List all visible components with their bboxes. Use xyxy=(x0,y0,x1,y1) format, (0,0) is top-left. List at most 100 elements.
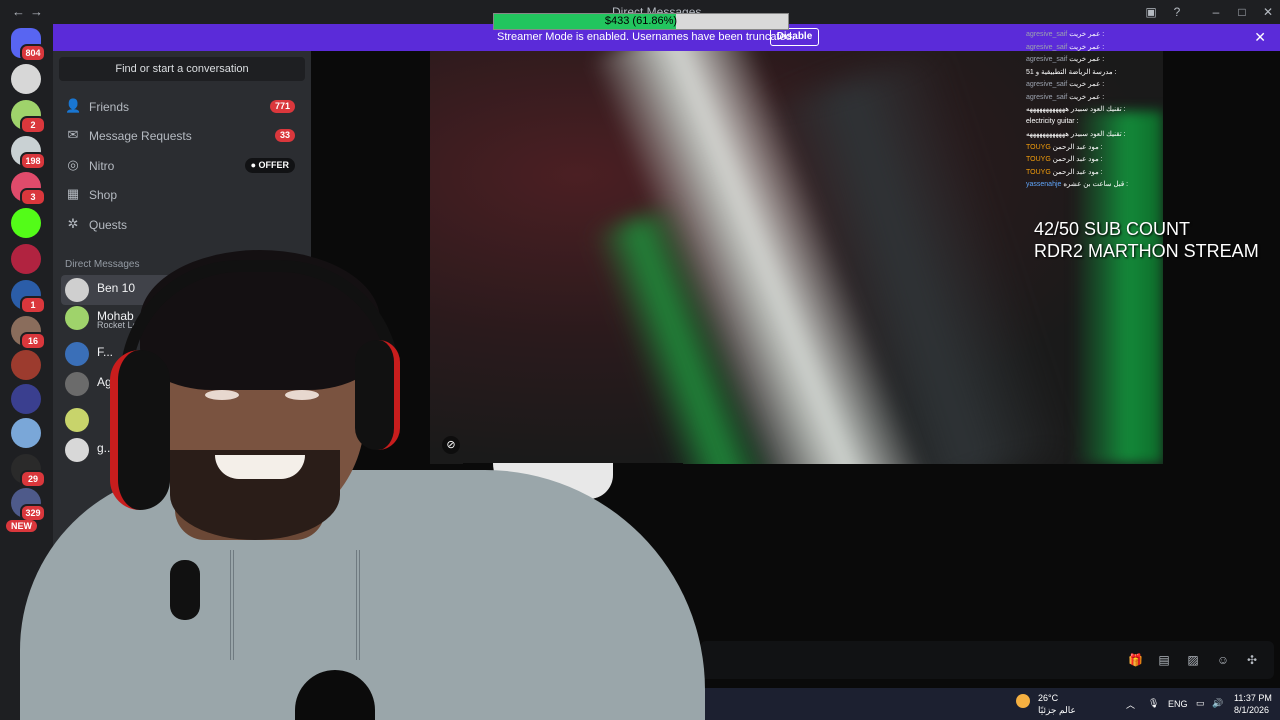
chat-message: TOUYG مود عبد الرحمن : xyxy=(1026,143,1103,151)
webcam-eye xyxy=(205,390,239,400)
nav-nitro[interactable]: ◎ Nitro ● OFFER xyxy=(63,152,301,178)
help-icon[interactable]: ? xyxy=(1170,5,1184,19)
chat-username: agresive_saif xyxy=(1026,56,1070,63)
chat-message: agresive_saif عمر خريت : xyxy=(1026,30,1104,38)
inbox-icon[interactable]: ▣ xyxy=(1144,5,1158,19)
chat-message: TOUYG مود عبد الرحمن : xyxy=(1026,168,1103,176)
shop-icon: ▦ xyxy=(66,186,80,201)
message-requests-count-badge: 33 xyxy=(274,129,295,142)
banner-text: Streamer Mode is enabled. Usernames have… xyxy=(497,31,795,43)
chat-message: agresive_saif عمر خريت : xyxy=(1026,93,1104,101)
chat-text: عمر خريت : xyxy=(1069,93,1105,101)
chat-text: مود عبد الرحمن : xyxy=(1052,143,1103,151)
server-badge: 2 xyxy=(20,116,46,134)
stream-overlay-text: 42/50 SUB COUNT RDR2 MARTHON STREAM xyxy=(1034,218,1259,262)
chat-text: عمر خريت : xyxy=(1069,43,1105,51)
server-icon[interactable] xyxy=(11,64,41,94)
server-badge: 3 xyxy=(20,188,46,206)
friends-count-badge: 771 xyxy=(269,100,295,113)
webcam-smile xyxy=(215,455,305,479)
nav-nitro-label: Nitro xyxy=(89,159,115,173)
chat-message: agresive_saif عمر خريت : xyxy=(1026,43,1104,51)
video-blur-shape xyxy=(1073,111,1163,464)
chat-message: electricity guitar : xyxy=(1026,118,1079,125)
back-icon[interactable]: ← xyxy=(12,4,25,19)
chat-message: agresive_saif عمر خريت : xyxy=(1026,80,1104,88)
server-badge: 198 xyxy=(20,152,46,170)
clock-date[interactable]: 8/1/2026 xyxy=(1234,705,1269,715)
chat-username: agresive_saif xyxy=(1026,81,1070,88)
chat-message: تقنيك العود سبيدر ههههههههههههه : xyxy=(1026,130,1126,138)
tray-chevron-icon[interactable]: ︿ xyxy=(1126,698,1135,711)
weather-icon xyxy=(1016,694,1030,708)
close-window-icon[interactable]: ✕ xyxy=(1261,5,1275,19)
gif-icon[interactable]: ▤ xyxy=(1157,653,1171,667)
nav-shop[interactable]: ▦ Shop xyxy=(63,181,301,207)
search-input[interactable]: Find or start a conversation xyxy=(59,57,305,81)
nav-friends-label: Friends xyxy=(89,100,130,114)
sticker-icon[interactable]: ▨ xyxy=(1186,653,1200,667)
chat-username: TOUYG xyxy=(1026,156,1053,163)
shirt-pattern xyxy=(230,550,360,660)
chat-username: TOUYG xyxy=(1026,168,1053,176)
chat-username: agresive_saif xyxy=(1026,93,1070,101)
microphone-icon[interactable]: 🎙 xyxy=(1148,698,1159,709)
microphone-clip xyxy=(170,560,200,620)
chat-username: agresive_saif xyxy=(1026,43,1070,51)
chat-message: yassenahje قبل ساعت بن عشره : xyxy=(1026,180,1128,188)
chat-username: TOUYG xyxy=(1026,143,1053,151)
friends-icon: 👤 xyxy=(65,98,82,113)
nav-quests[interactable]: ✲ Quests xyxy=(63,211,301,237)
clock-time[interactable]: 11:37 PM xyxy=(1234,693,1272,703)
language-indicator[interactable]: ENG xyxy=(1168,699,1188,709)
chat-text: عمر خريت : xyxy=(1069,31,1105,38)
temperature-text: 26°C xyxy=(1038,693,1059,703)
sub-count-text: 42/50 SUB COUNT xyxy=(1034,219,1191,239)
chat-message: TOUYG مود عبد الرحمن : xyxy=(1026,155,1103,163)
goal-bar-label: $433 (61.86%) xyxy=(604,15,678,27)
chat-username: yassenahje xyxy=(1026,181,1064,188)
chat-text: electricity guitar : xyxy=(1026,117,1079,125)
minimize-icon[interactable]: – xyxy=(1209,5,1223,19)
weather-description: عالم جزئيًا xyxy=(1038,705,1076,715)
gift-icon[interactable]: 🎁 xyxy=(1128,653,1143,667)
emoji-icon[interactable]: ☺ xyxy=(1216,653,1230,667)
maximize-icon[interactable]: □ xyxy=(1235,5,1249,19)
offer-badge: ● OFFER xyxy=(244,158,295,173)
close-banner-icon[interactable]: ✕ xyxy=(1254,29,1266,46)
apps-icon[interactable]: ✣ xyxy=(1245,653,1259,667)
webcam-eye xyxy=(285,390,319,400)
headphones-right xyxy=(355,340,400,450)
forward-icon[interactable]: → xyxy=(30,4,43,19)
chat-text: عمر خريت : xyxy=(1069,81,1105,88)
headphones-left xyxy=(110,350,170,510)
nav-friends[interactable]: 👤 Friends 771 xyxy=(63,93,301,119)
nav-shop-label: Shop xyxy=(89,188,118,202)
webcam-overlay xyxy=(0,250,705,720)
network-icon[interactable]: ▭ xyxy=(1196,698,1205,709)
nav-message-requests[interactable]: ✉ Message Requests 33 xyxy=(63,122,301,148)
server-icon[interactable] xyxy=(11,208,41,238)
stream-title-text: RDR2 MARTHON STREAM xyxy=(1034,241,1259,261)
nav-quests-label: Quests xyxy=(89,218,128,232)
chat-text: مود عبد الرحمن : xyxy=(1052,156,1103,163)
chat-message: تقنيك العود سبيدر ههههههههههههه : xyxy=(1026,105,1126,113)
chat-username: agresive_saif xyxy=(1026,31,1070,38)
chat-text: عمر خريت : xyxy=(1069,56,1105,63)
chat-text: تقنيك العود سبيدر ههههههههههههه : xyxy=(1026,106,1126,113)
chat-text: قبل ساعت بن عشره : xyxy=(1063,181,1129,188)
chat-text: تقنيك العود سبيدر ههههههههههههه : xyxy=(1026,131,1126,138)
volume-icon[interactable]: 🔊 xyxy=(1212,698,1223,709)
chat-text: مود عبد الرحمن : xyxy=(1052,168,1103,176)
donation-goal-bar: $433 (61.86%) xyxy=(493,13,789,30)
mail-icon: ✉ xyxy=(67,127,79,142)
quests-icon: ✲ xyxy=(67,216,79,231)
offer-badge-label: OFFER xyxy=(258,160,290,170)
server-badge: 804 xyxy=(20,44,46,62)
nav-message-requests-label: Message Requests xyxy=(89,129,192,143)
discord-window: ← → Direct Messages ▣ ? – □ ✕ $433 (61.8… xyxy=(0,0,1280,720)
disable-button[interactable]: Disable xyxy=(770,28,819,46)
message-input-bar[interactable]: 🎁 ▤ ▨ ☺ ✣ xyxy=(700,641,1274,679)
nitro-icon: ◎ xyxy=(67,157,79,172)
chat-message: مدرسة الرياضة التطبيقية و 51 : xyxy=(1026,68,1117,76)
